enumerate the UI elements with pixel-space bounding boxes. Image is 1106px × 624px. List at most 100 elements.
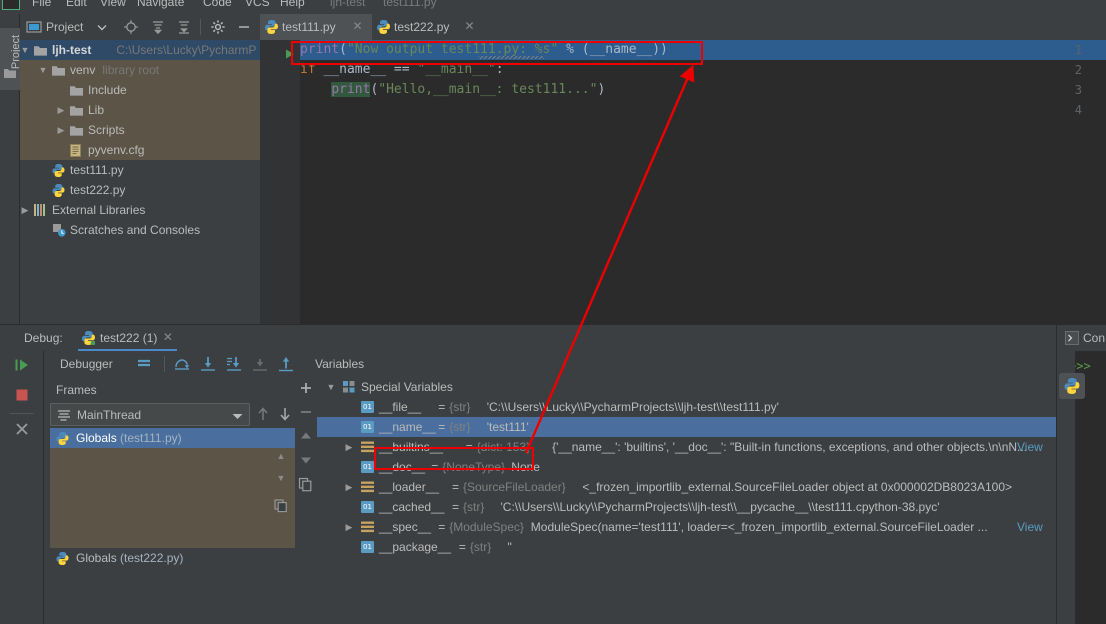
variable-value: ModuleSpec(name='test111', loader=<_froz… — [530, 520, 988, 534]
frames-list[interactable]: Globals (test111.py) Globals (test222.py… — [50, 428, 295, 624]
code-editor[interactable]: 1 2 3 4 print("Now output test111.py: %s… — [260, 40, 1106, 324]
frame-item[interactable] — [50, 448, 295, 468]
variable-row[interactable]: ▶ __loader__ = {SourceFileLoader} <_frozen_… — [317, 477, 1056, 497]
tree-item-scratches-and-consoles[interactable]: Scratches and Consoles — [20, 220, 260, 240]
chevron-down-icon[interactable] — [94, 19, 110, 35]
tree-item-label: Scratches and Consoles — [70, 223, 201, 237]
frames-copy-icon[interactable] — [274, 499, 288, 513]
frame-item[interactable]: Globals (test222.py) — [50, 548, 295, 568]
variable-equals: = — [452, 480, 460, 494]
variables-list[interactable]: ▼ Special Variables 01 __file__ = {str} 'C:\\… — [317, 377, 1056, 624]
tree-item-venv[interactable]: ▼ venv library root — [20, 60, 260, 80]
chevron-down-icon[interactable] — [232, 413, 243, 420]
frame-item[interactable] — [50, 508, 295, 528]
chevron-right-icon[interactable]: ▶ — [20, 200, 30, 220]
locate-icon[interactable] — [123, 19, 139, 35]
tree-item-ljh-test[interactable]: ▼ ljh-test C:\Users\Lucky\PycharmP — [20, 40, 260, 60]
close-icon[interactable]: ✕ — [162, 331, 173, 343]
python-console-button[interactable] — [1059, 373, 1085, 399]
resume-program-icon[interactable] — [14, 357, 30, 373]
menu-file[interactable]: File — [32, 0, 51, 9]
close-icon[interactable]: ✕ — [352, 20, 363, 32]
frame-item[interactable] — [50, 488, 295, 508]
view-link[interactable]: View — [1017, 437, 1043, 457]
frame-item[interactable]: Globals (test111.py) — [50, 428, 295, 448]
python-frame-icon — [56, 432, 69, 445]
close-icon[interactable] — [14, 421, 30, 437]
chevron-right-icon[interactable]: ▶ — [56, 120, 66, 140]
menu-navigate[interactable]: Navigate — [137, 0, 184, 9]
add-watch-icon[interactable] — [299, 381, 313, 395]
remove-watch-icon[interactable] — [299, 405, 313, 419]
variable-row[interactable]: 01 __name__ = {str} 'test111' — [317, 417, 1056, 437]
force-step-into-icon[interactable] — [226, 356, 242, 372]
frames-scroll-up-icon[interactable]: ▲ — [274, 449, 288, 463]
copy-icon[interactable] — [298, 477, 313, 492]
menu-code[interactable]: Code — [203, 0, 232, 9]
settings-gear-icon[interactable] — [210, 19, 226, 35]
step-over-icon[interactable] — [174, 356, 190, 372]
close-icon[interactable]: ✕ — [464, 20, 475, 32]
editor-tab-test222[interactable]: test222.py ✕ — [372, 14, 490, 40]
chevron-down-icon[interactable]: ▼ — [38, 60, 48, 80]
debug-header: Debug: test222 (1) ✕ — [0, 325, 1106, 351]
variable-row[interactable]: 01 __package__ = {str} '' — [317, 537, 1056, 557]
frame-item[interactable] — [50, 468, 295, 488]
expand-all-icon[interactable] — [150, 19, 166, 35]
line-number: 1 — [1074, 43, 1082, 57]
editor-tab-test111[interactable]: test111.py ✕ — [260, 14, 372, 40]
primitive-value-icon: 01 — [361, 421, 374, 433]
debugger-tab-label[interactable]: Debugger — [60, 357, 113, 371]
collapse-all-icon[interactable] — [176, 19, 192, 35]
variables-group-row[interactable]: ▼ Special Variables — [317, 377, 1056, 397]
project-tree[interactable]: ▼ ljh-test C:\Users\Lucky\PycharmP ▼ venv l… — [20, 40, 260, 324]
menu-view[interactable]: View — [100, 0, 126, 9]
primitive-value-icon: 01 — [361, 401, 374, 413]
tree-item-lib[interactable]: ▶ Lib — [20, 100, 260, 120]
chevron-right-icon[interactable]: ▶ — [343, 517, 355, 537]
tree-item-test222-py[interactable]: test222.py — [20, 180, 260, 200]
mute-breakpoints-icon[interactable] — [136, 356, 152, 372]
breadcrumb-project: ljh-test — [330, 0, 366, 9]
move-up-icon[interactable] — [299, 429, 313, 443]
variable-type: {str} — [449, 420, 471, 434]
run-gutter-icon[interactable] — [284, 44, 296, 64]
tree-item-test111-py[interactable]: test111.py — [20, 160, 260, 180]
frame-down-icon[interactable] — [278, 406, 292, 422]
variable-row[interactable]: 01 __doc__ = {NoneType} None — [317, 457, 1056, 477]
chevron-down-icon[interactable]: ▼ — [20, 40, 30, 60]
tree-item-external-libraries[interactable]: ▶ External Libraries — [20, 200, 260, 220]
structure-folder-icon[interactable] — [4, 68, 16, 78]
chevron-right-icon[interactable]: ▶ — [343, 477, 355, 497]
variable-row[interactable]: 01 __cached__ = {str} 'C:\\Users\\Lucky\\Pyc… — [317, 497, 1056, 517]
tree-item-label: External Libraries — [52, 203, 146, 217]
editor-gutter[interactable] — [260, 40, 300, 324]
tree-item-scripts[interactable]: ▶ Scripts — [20, 120, 260, 140]
console-side-strip — [1057, 351, 1085, 624]
folder-icon — [70, 126, 83, 136]
frame-up-icon[interactable] — [256, 406, 270, 422]
console-icon — [1065, 331, 1079, 345]
chevron-down-icon[interactable]: ▼ — [325, 377, 337, 397]
menu-vcs[interactable]: VCS — [245, 0, 270, 9]
variable-row[interactable]: ▶ __builtins__ = {dict: 153} {'__name__': '… — [317, 437, 1056, 457]
menu-help[interactable]: Help — [280, 0, 305, 9]
variable-row[interactable]: ▶ __spec__ = {ModuleSpec} ModuleSpec(name='… — [317, 517, 1056, 537]
variable-row[interactable]: 01 __file__ = {str} 'C:\\Users\\Lucky\\Pycha… — [317, 397, 1056, 417]
debug-session-tab[interactable]: test222 (1) ✕ — [78, 325, 178, 351]
tree-item-include[interactable]: Include — [20, 80, 260, 100]
menu-edit[interactable]: Edit — [66, 0, 87, 9]
console-tab[interactable]: Con — [1057, 325, 1106, 351]
tree-item-pyvenv-cfg[interactable]: pyvenv.cfg — [20, 140, 260, 160]
step-out-icon[interactable] — [278, 356, 294, 372]
move-down-icon[interactable] — [299, 453, 313, 467]
view-link[interactable]: View — [1017, 517, 1043, 537]
frames-scroll-down-icon[interactable]: ▼ — [274, 471, 288, 485]
thread-selector[interactable]: MainThread — [50, 403, 250, 426]
step-into-icon[interactable] — [200, 356, 216, 372]
chevron-right-icon[interactable]: ▶ — [343, 437, 355, 457]
stop-icon[interactable] — [14, 387, 30, 403]
hide-panel-icon[interactable] — [236, 19, 252, 35]
chevron-right-icon[interactable]: ▶ — [56, 100, 66, 120]
frame-item[interactable] — [50, 528, 295, 548]
